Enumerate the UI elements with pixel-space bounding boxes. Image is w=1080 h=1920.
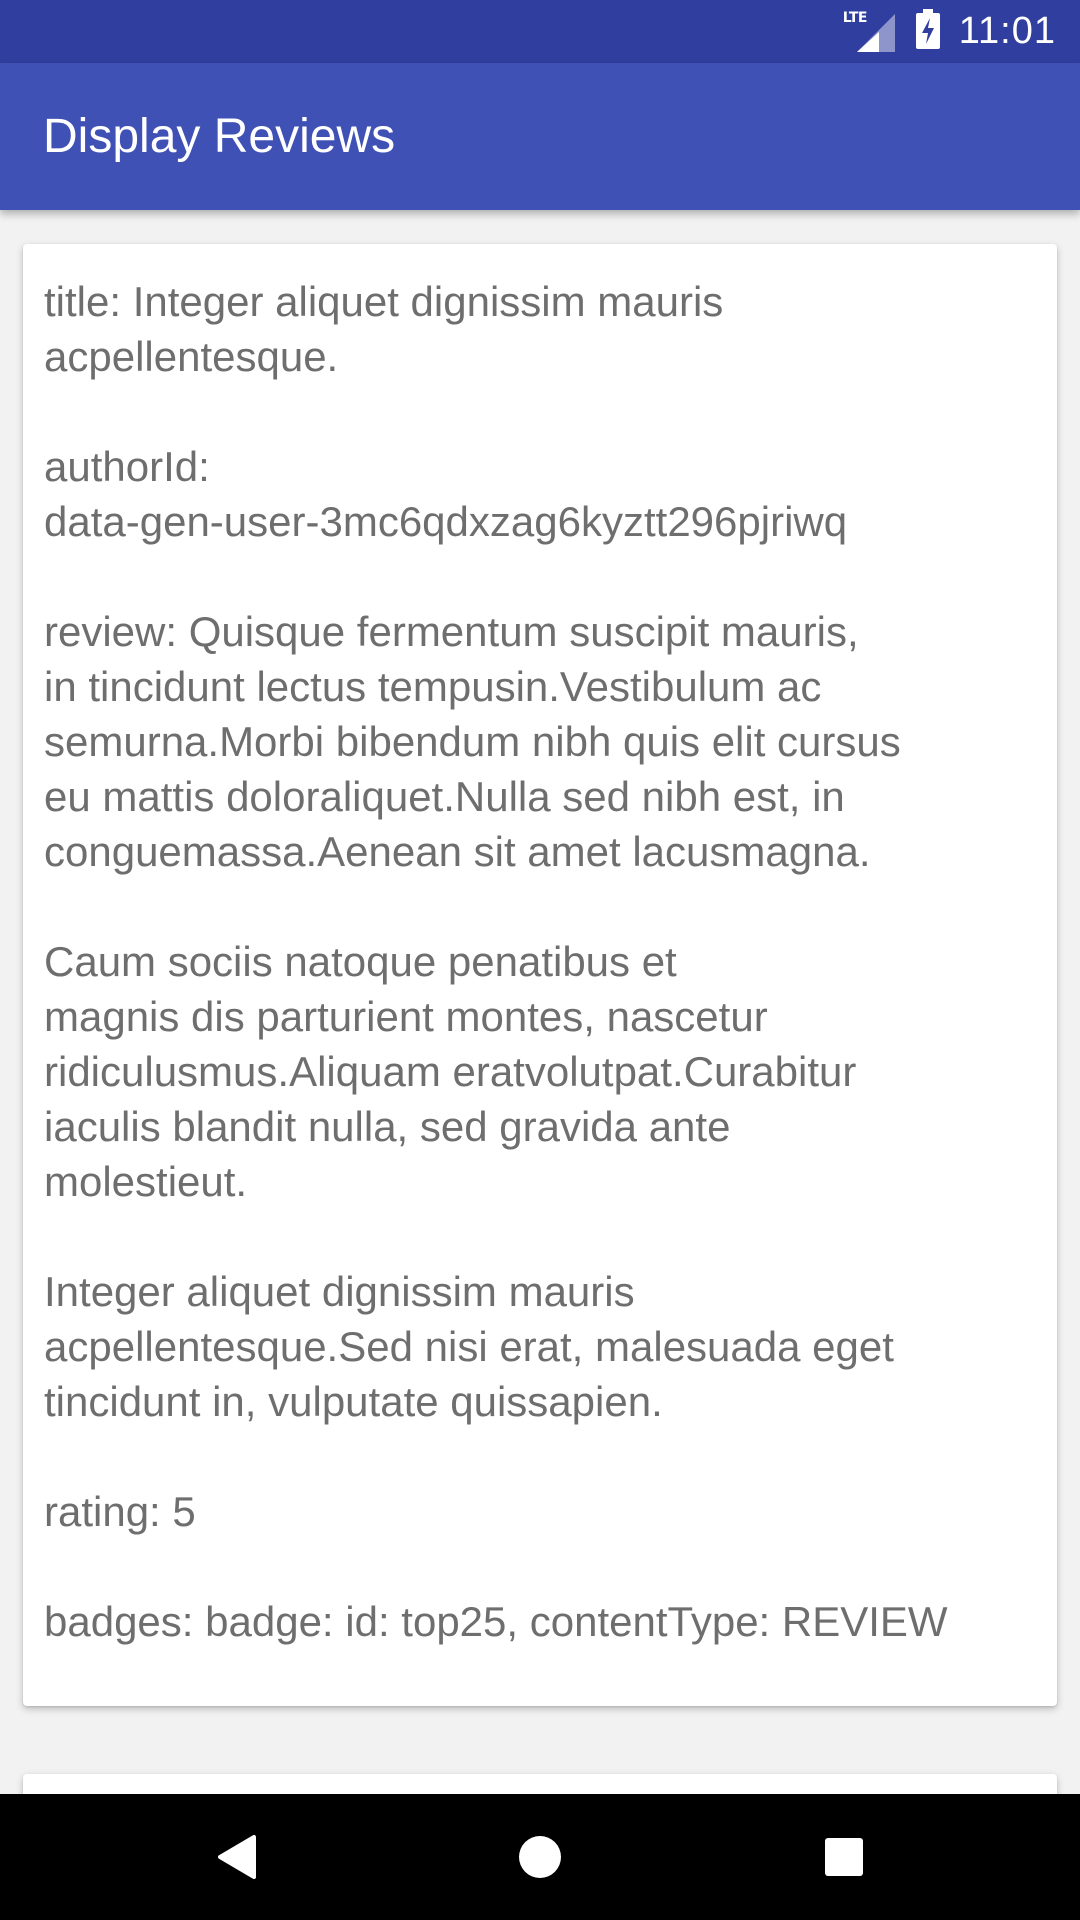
home-button[interactable] xyxy=(460,1794,620,1920)
review-card[interactable]: title: Integer aliquet dignissim mauris … xyxy=(23,244,1057,1706)
recents-button[interactable] xyxy=(764,1794,924,1920)
lte-signal-icon: LTE xyxy=(843,10,897,54)
review-card-next[interactable] xyxy=(23,1774,1057,1794)
app-title: Display Reviews xyxy=(43,110,396,163)
back-button[interactable] xyxy=(156,1794,316,1920)
reviews-list[interactable]: title: Integer aliquet dignissim mauris … xyxy=(0,210,1080,1794)
back-icon xyxy=(218,1835,256,1879)
review-text: title: Integer aliquet dignissim mauris … xyxy=(44,278,948,1645)
battery-charging-icon xyxy=(915,9,941,54)
app-bar: Display Reviews xyxy=(0,63,1080,210)
recents-icon xyxy=(825,1838,863,1876)
navigation-bar xyxy=(0,1794,1080,1920)
status-icons: LTE 11:01 xyxy=(843,0,1056,63)
home-icon xyxy=(519,1836,561,1878)
status-bar: LTE 11:01 xyxy=(0,0,1080,63)
status-time: 11:01 xyxy=(958,10,1056,52)
